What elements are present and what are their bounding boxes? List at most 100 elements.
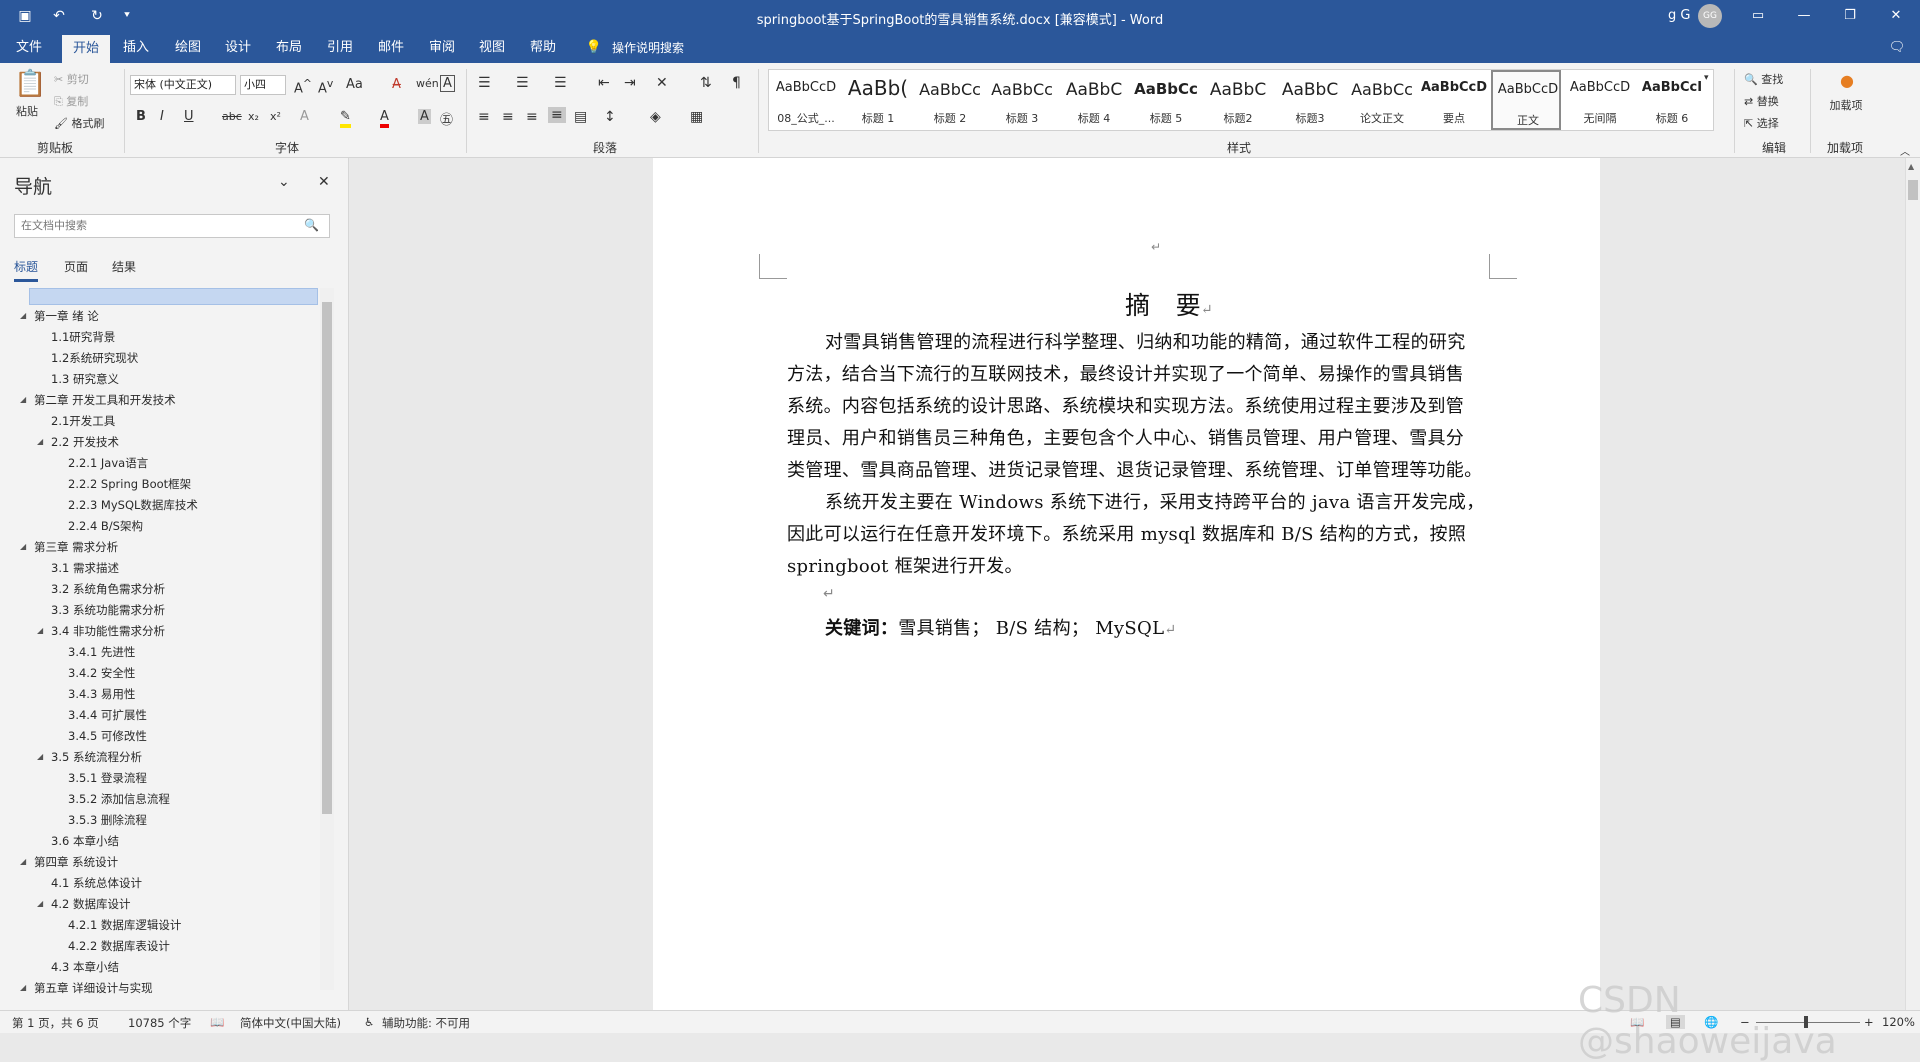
scroll-up-icon[interactable]: ▲ — [1908, 162, 1914, 171]
nav-heading-item[interactable]: 2.2.4 B/S架构 — [68, 518, 143, 534]
format-painter-button[interactable]: 🖌 格式刷 — [54, 115, 104, 131]
change-case-icon[interactable]: Aa — [346, 77, 363, 92]
nav-heading-item[interactable]: 3.5 系统流程分析 — [51, 749, 142, 765]
paste-icon[interactable]: 📋 — [14, 69, 46, 99]
multilevel-list-icon[interactable]: ☰ — [554, 75, 567, 91]
nav-heading-item[interactable]: 第四章 系统设计 — [34, 854, 118, 870]
nav-heading-item[interactable]: 3.1 需求描述 — [51, 560, 119, 576]
expand-triangle-icon[interactable]: ◢ — [37, 626, 43, 635]
find-button[interactable]: 🔍 查找 — [1744, 71, 1783, 87]
nav-heading-item[interactable]: 3.4.5 可修改性 — [68, 728, 147, 744]
bold-icon[interactable]: B — [136, 109, 146, 124]
style-item[interactable]: AaBbC 标题 4 — [1059, 70, 1129, 130]
ribbon-display-icon[interactable]: ▭ — [1740, 4, 1776, 28]
nav-heading-item[interactable]: 3.6 本章小结 — [51, 833, 119, 849]
subscript-icon[interactable]: x₂ — [248, 110, 259, 123]
nav-scrollbar[interactable] — [320, 288, 334, 990]
styles-more-icon[interactable]: ▾ — [1704, 73, 1709, 83]
nav-heading-item[interactable]: 3.5.2 添加信息流程 — [68, 791, 170, 807]
nav-heading-item[interactable]: 4.1 系统总体设计 — [51, 875, 142, 891]
nav-heading-item[interactable]: 3.4.3 易用性 — [68, 686, 135, 702]
close-icon[interactable]: ✕ — [318, 174, 330, 190]
font-family-select[interactable]: 宋体 (中文正文) — [130, 75, 236, 95]
replace-button[interactable]: ⇄ 替换 — [1744, 93, 1779, 109]
font-size-select[interactable]: 小四 — [240, 75, 286, 95]
language-status[interactable]: 简体中文(中国大陆) — [240, 1015, 341, 1031]
nav-heading-item[interactable]: 3.4.4 可扩展性 — [68, 707, 147, 723]
minimize-icon[interactable]: — — [1786, 4, 1822, 28]
tab-file[interactable]: 文件 — [8, 33, 50, 63]
expand-triangle-icon[interactable]: ◢ — [20, 983, 26, 992]
chevron-down-icon[interactable]: ⌄ — [278, 174, 290, 190]
show-marks-icon[interactable]: ¶ — [732, 75, 741, 91]
maximize-icon[interactable]: ❐ — [1832, 4, 1868, 28]
tab-help[interactable]: 帮助 — [521, 33, 565, 63]
text-effects-icon[interactable]: A — [300, 109, 309, 124]
nav-heading-item[interactable]: 2.2 开发技术 — [51, 434, 119, 450]
nav-heading-item[interactable]: 1.1研究背景 — [51, 329, 115, 345]
tab-references[interactable]: 引用 — [318, 33, 362, 63]
highlight-icon[interactable]: ✎ — [340, 109, 351, 128]
italic-icon[interactable]: I — [160, 109, 164, 124]
avatar[interactable]: GG — [1698, 4, 1722, 28]
shading-icon[interactable]: ◈ — [650, 109, 661, 125]
tab-review[interactable]: 审阅 — [420, 33, 464, 63]
phonetic-guide-icon[interactable]: wén — [416, 77, 439, 90]
search-icon[interactable]: 🔍 — [304, 218, 319, 232]
nav-heading-item[interactable]: 3.4.1 先进性 — [68, 644, 135, 660]
style-item[interactable]: AaBbC 标题2 — [1203, 70, 1273, 130]
expand-triangle-icon[interactable]: ◢ — [37, 437, 43, 446]
nav-heading-item[interactable]: 3.3 系统功能需求分析 — [51, 602, 165, 618]
comments-icon[interactable]: 🗨 — [1886, 33, 1908, 63]
tell-me-search[interactable]: 操作说明搜索 — [606, 33, 690, 63]
character-border-icon[interactable]: A — [440, 75, 455, 92]
font-color-icon[interactable]: A — [380, 109, 389, 128]
style-item[interactable]: AaBbCc 标题 3 — [987, 70, 1057, 130]
proofing-icon[interactable]: 📖 — [210, 1015, 224, 1029]
nav-heading-item[interactable]: 1.2系统研究现状 — [51, 350, 138, 366]
style-item[interactable]: AaBb(标题 1 — [843, 70, 913, 130]
bullets-icon[interactable]: ☰ — [478, 75, 491, 91]
style-item[interactable]: AaBbC 标题3 — [1275, 70, 1345, 130]
nav-heading-item[interactable]: 3.4.2 安全性 — [68, 665, 135, 681]
nav-heading-item[interactable]: 第二章 开发工具和开发技术 — [34, 392, 176, 408]
expand-triangle-icon[interactable]: ◢ — [20, 311, 26, 320]
tab-design[interactable]: 设计 — [216, 33, 260, 63]
copy-button[interactable]: ⎘ 复制 — [54, 93, 88, 109]
accessibility-status[interactable]: 辅助功能: 不可用 — [382, 1015, 470, 1031]
style-item[interactable]: AaBbCc 论文正文 — [1347, 70, 1417, 130]
cut-button[interactable]: ✂ 剪切 — [54, 71, 89, 87]
user-name[interactable]: g G — [1668, 8, 1690, 23]
style-item[interactable]: AaBbCcD 08_公式_... — [771, 70, 841, 130]
nav-heading-item[interactable]: 第五章 详细设计与实现 — [34, 980, 153, 996]
document-page[interactable]: ↵ 摘 要↵ 对雪具销售管理的流程进行科学整理、归纳和功能的精简，通过软件工程的… — [653, 158, 1600, 1010]
nav-heading-item[interactable]: 4.2.1 数据库逻辑设计 — [68, 917, 181, 933]
nav-heading-item[interactable]: 3.4 非功能性需求分析 — [51, 623, 165, 639]
style-item[interactable]: AaBbCc 标题 2 — [915, 70, 985, 130]
tab-insert[interactable]: 插入 — [114, 33, 158, 63]
tree-scroll-top[interactable] — [29, 288, 318, 305]
nav-heading-item[interactable]: 3.2 系统角色需求分析 — [51, 581, 165, 597]
increase-indent-icon[interactable]: ⇥ — [624, 75, 636, 91]
tab-headings[interactable]: 标题 — [14, 258, 39, 282]
numbering-icon[interactable]: ☰ — [516, 75, 529, 91]
nav-heading-item[interactable]: 4.2 数据库设计 — [51, 896, 130, 912]
tab-mailings[interactable]: 邮件 — [369, 33, 413, 63]
grow-font-icon[interactable]: A^ — [294, 77, 312, 96]
nav-heading-item[interactable]: 2.2.3 MySQL数据库技术 — [68, 497, 198, 513]
tab-draw[interactable]: 绘图 — [166, 33, 210, 63]
word-count[interactable]: 10785 个字 — [128, 1015, 191, 1031]
style-item[interactable]: AaBbCcD 要点 — [1419, 70, 1489, 130]
tab-view[interactable]: 视图 — [470, 33, 514, 63]
character-shading-icon[interactable]: A — [418, 109, 431, 124]
align-right-icon[interactable]: ≡ — [526, 109, 538, 125]
nav-heading-item[interactable]: 2.2.1 Java语言 — [68, 455, 148, 471]
expand-triangle-icon[interactable]: ◢ — [20, 395, 26, 404]
scroll-thumb[interactable] — [322, 302, 332, 814]
nav-heading-item[interactable]: 第三章 需求分析 — [34, 539, 118, 555]
collapse-ribbon-icon[interactable]: ︿ — [1900, 143, 1910, 158]
nav-heading-item[interactable]: 1.3 研究意义 — [51, 371, 119, 387]
line-spacing-icon[interactable]: ↕ — [604, 109, 616, 125]
expand-triangle-icon[interactable]: ◢ — [20, 857, 26, 866]
close-icon[interactable]: ✕ — [1878, 4, 1914, 28]
